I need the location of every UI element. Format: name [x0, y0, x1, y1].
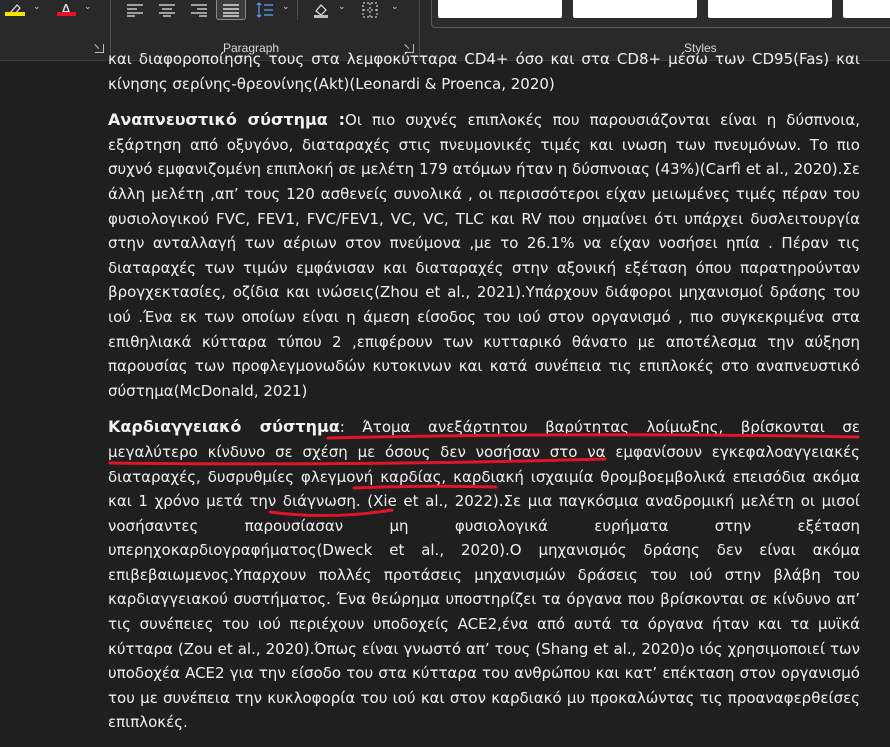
dialog-launcher-icon[interactable]: [95, 44, 104, 53]
highlighter-icon[interactable]: [4, 0, 26, 20]
paragraph-respiratory: Αναπνευστικό σύστημα :Οι πιο συχνές επιπ…: [108, 108, 860, 403]
style-item[interactable]: [708, 0, 832, 18]
highlight-color-swatch: [5, 12, 25, 16]
paragraph-text: και διαφοροποίησης τους στα λεμφοκύτταρα…: [108, 50, 860, 93]
line-spacing-icon[interactable]: [253, 0, 277, 20]
chevron-down-icon[interactable]: ⌄: [391, 2, 399, 12]
font-group: ⌄ A ⌄: [0, 0, 108, 60]
chevron-down-icon[interactable]: ⌄: [282, 2, 290, 12]
chevron-down-icon[interactable]: ⌄: [33, 2, 41, 12]
section-heading-respiratory: Αναπνευστικό σύστημα :: [108, 110, 346, 130]
style-item[interactable]: [573, 0, 697, 18]
justify-icon[interactable]: [216, 0, 246, 20]
font-color-icon[interactable]: A: [56, 0, 76, 20]
heading-colon: :: [339, 418, 363, 437]
paragraph-cardiovascular: Καρδιαγγειακό σύστημα: Άτομα ανεξάρτητου…: [108, 415, 860, 735]
font-color-swatch: [57, 12, 76, 16]
style-item[interactable]: [843, 0, 890, 18]
chevron-down-icon[interactable]: ⌄: [84, 2, 92, 12]
paragraph-immune: και διαφοροποίησης τους στα λεμφοκύτταρα…: [108, 47, 860, 96]
annotated-citation: (Xie et al., 2022): [367, 492, 499, 511]
align-center-icon[interactable]: [155, 0, 179, 20]
shading-icon[interactable]: [309, 0, 333, 20]
paragraph-text: .Σε μια παγκόσμια αναδρομική μελέτη οι μ…: [108, 492, 861, 732]
align-left-icon[interactable]: [123, 0, 147, 20]
style-item[interactable]: [438, 0, 562, 18]
toolbar-divider: [297, 0, 298, 20]
section-heading-cardiovascular: Καρδιαγγειακό σύστημα: [108, 417, 340, 437]
chevron-down-icon[interactable]: ⌄: [338, 2, 346, 12]
annotated-text: καρδιακή ισχαιμία: [453, 467, 594, 486]
paragraph-text: Οι πιο συχνές επιπλοκές που παρουσιάζοντ…: [108, 111, 860, 400]
align-right-icon[interactable]: [187, 0, 211, 20]
document-body[interactable]: και διαφοροποίησης τους στα λεμφοκύτταρα…: [108, 50, 860, 747]
styles-gallery[interactable]: [431, 0, 890, 28]
borders-icon[interactable]: [358, 0, 382, 20]
